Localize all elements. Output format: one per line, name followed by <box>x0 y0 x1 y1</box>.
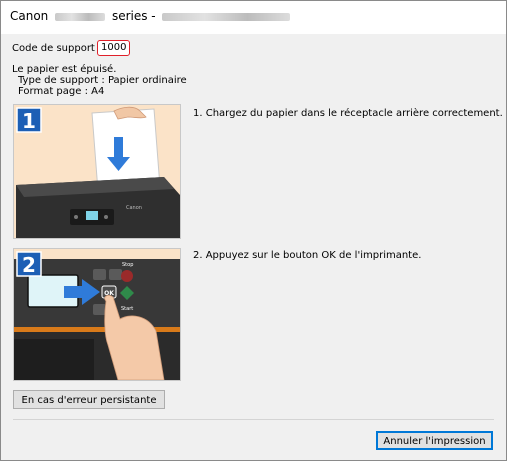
support-code-value: 1000 <box>97 40 131 56</box>
title-bar: Canon series - <box>1 1 506 33</box>
title-suffix: series - <box>111 9 156 23</box>
redacted-model-name <box>55 12 106 21</box>
start-label: Start <box>121 306 133 312</box>
error-dialog-window: Canon series - Code de support 1000 Le p… <box>0 0 507 461</box>
step1-illustration: Canon 1 <box>13 104 181 239</box>
step1-badge-number: 1 <box>22 109 36 133</box>
page-size: Format page : A4 <box>18 86 105 97</box>
step2-badge-number: 2 <box>22 253 36 277</box>
stop-label: Stop <box>122 262 133 268</box>
error-message: Le papier est épuisé. <box>12 64 117 75</box>
support-code-label: Code de support <box>12 43 95 54</box>
persistent-error-button[interactable]: En cas d'erreur persistante <box>13 390 165 409</box>
printer-brand-step1: Canon <box>126 205 142 211</box>
dialog-content: Code de support 1000 Le papier est épuis… <box>1 34 506 460</box>
window-title: Canon series - <box>10 9 293 23</box>
step2-illustration: OK Stop Start 2 <box>13 248 181 381</box>
title-prefix: Canon <box>10 9 49 23</box>
step2-instruction: 2. Appuyez sur le bouton OK de l'imprima… <box>193 250 422 261</box>
step1-instruction: 1. Chargez du papier dans le réceptacle … <box>193 108 503 119</box>
redacted-printer-id <box>162 12 291 21</box>
media-type: Type de support : Papier ordinaire <box>18 75 187 86</box>
footer-separator <box>13 419 494 420</box>
cancel-print-button[interactable]: Annuler l'impression <box>376 431 493 450</box>
